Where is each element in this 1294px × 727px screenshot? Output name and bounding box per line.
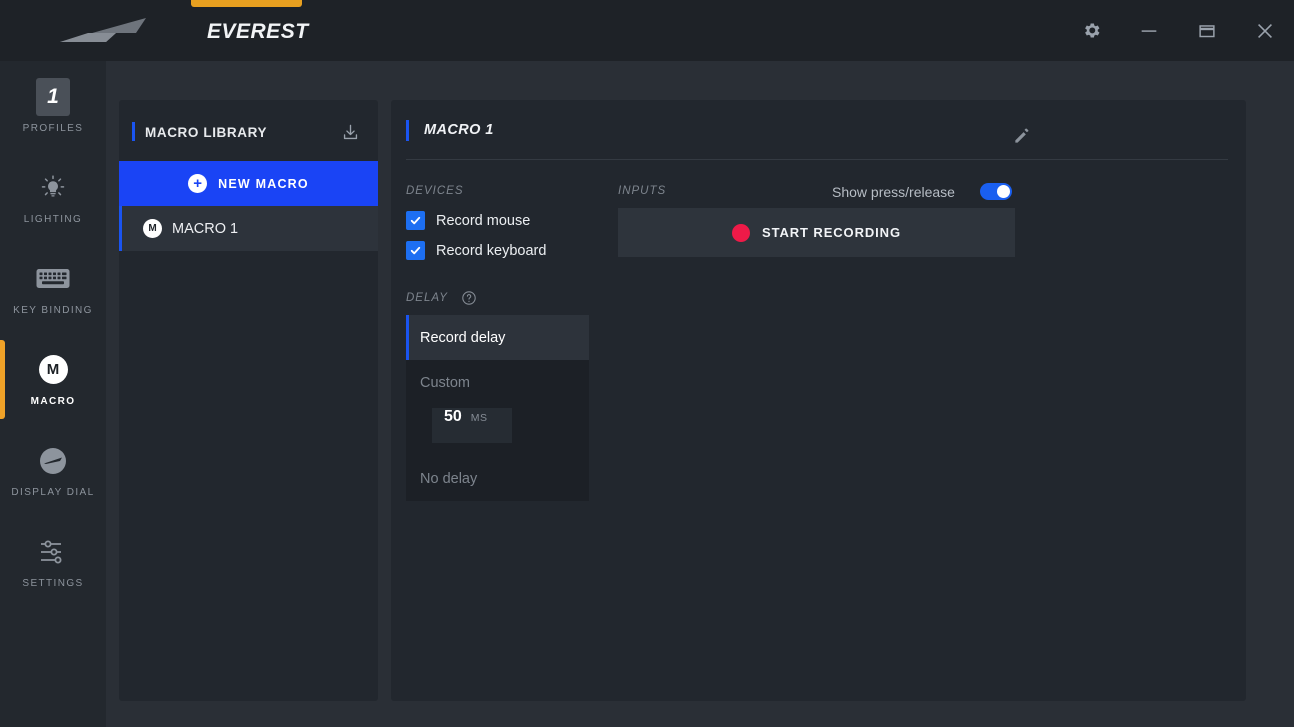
lightbulb-icon bbox=[36, 171, 70, 205]
delay-option-label: Custom bbox=[420, 374, 470, 391]
page-title: MACRO 1 bbox=[424, 122, 494, 138]
dial-icon bbox=[36, 444, 70, 478]
start-recording-button[interactable]: START RECORDING bbox=[618, 208, 1015, 257]
record-keyboard-checkbox[interactable]: Record keyboard bbox=[406, 241, 546, 260]
macro-m-icon: M bbox=[36, 353, 70, 387]
macro-detail-panel: MACRO 1 DEVICES Record mouse Record keyb… bbox=[391, 100, 1246, 701]
sidebar-item-key-binding[interactable]: KEY BINDING bbox=[0, 243, 106, 334]
profile-number-icon: 1 bbox=[36, 77, 70, 116]
record-mouse-checkbox[interactable]: Record mouse bbox=[406, 211, 530, 230]
gear-icon[interactable] bbox=[1062, 0, 1120, 61]
sidebar-label-settings: SETTINGS bbox=[22, 577, 84, 589]
profile-number-value: 1 bbox=[36, 77, 70, 116]
delay-options-list: Record delay Custom 50 MS No delay bbox=[406, 315, 589, 501]
app-title: EVEREST bbox=[207, 20, 309, 43]
toggle-knob bbox=[997, 185, 1010, 198]
sidebar-item-profiles[interactable]: 1 PROFILES bbox=[0, 61, 106, 152]
delay-option-custom[interactable]: Custom bbox=[406, 360, 589, 405]
restore-icon[interactable] bbox=[1178, 0, 1236, 61]
sidebar-nav: 1 PROFILES LIGHTING KEY BINDING M MACRO … bbox=[0, 61, 106, 727]
accent-bar bbox=[132, 122, 135, 141]
close-icon[interactable] bbox=[1236, 0, 1294, 61]
sliders-icon bbox=[36, 535, 70, 569]
inputs-section-label: INPUTS bbox=[618, 185, 667, 197]
macro-library-header: MACRO LIBRARY bbox=[119, 100, 378, 161]
delay-option-label: No delay bbox=[420, 470, 478, 487]
macro-badge-icon: M bbox=[143, 219, 162, 238]
window-controls bbox=[1062, 0, 1294, 61]
sidebar-item-macro[interactable]: M MACRO bbox=[0, 334, 106, 425]
plus-circle-icon: + bbox=[188, 174, 208, 193]
macro-library-panel: MACRO LIBRARY + NEW MACRO M MACRO 1 bbox=[119, 100, 378, 701]
checkbox-check-icon bbox=[406, 211, 425, 230]
show-press-release-toggle[interactable] bbox=[980, 183, 1012, 200]
sidebar-label-lighting: LIGHTING bbox=[23, 213, 83, 225]
sidebar-label-macro: MACRO bbox=[30, 395, 76, 407]
delay-section-label: DELAY bbox=[406, 292, 448, 304]
delay-option-label: Record delay bbox=[420, 329, 506, 346]
macro-library-title: MACRO LIBRARY bbox=[145, 125, 268, 140]
show-press-release-label: Show press/release bbox=[832, 184, 955, 200]
keyboard-icon bbox=[36, 262, 70, 296]
macro-item-label: MACRO 1 bbox=[172, 220, 239, 237]
sidebar-item-display-dial[interactable]: DISPLAY DIAL bbox=[0, 425, 106, 516]
delay-option-no-delay[interactable]: No delay bbox=[406, 456, 589, 501]
checkbox-check-icon bbox=[406, 241, 425, 260]
sidebar-label-display-dial: DISPLAY DIAL bbox=[11, 486, 95, 498]
sidebar-item-lighting[interactable]: LIGHTING bbox=[0, 152, 106, 243]
sidebar-label-key-binding: KEY BINDING bbox=[13, 304, 93, 316]
accent-bar bbox=[406, 120, 409, 141]
record-keyboard-label: Record keyboard bbox=[436, 242, 547, 259]
new-macro-button[interactable]: + NEW MACRO bbox=[119, 161, 378, 206]
new-macro-label: NEW MACRO bbox=[218, 176, 309, 191]
macro-icon-letter: M bbox=[38, 355, 68, 384]
macro-detail-header: MACRO 1 bbox=[391, 100, 1246, 160]
list-item[interactable]: M MACRO 1 bbox=[119, 206, 378, 251]
sidebar-item-settings[interactable]: SETTINGS bbox=[0, 516, 106, 607]
record-dot-icon bbox=[732, 223, 751, 242]
custom-delay-value: 50 bbox=[444, 408, 462, 425]
title-bar: EVEREST bbox=[0, 0, 1294, 61]
record-mouse-label: Record mouse bbox=[436, 212, 531, 229]
help-circle-icon[interactable] bbox=[461, 290, 477, 311]
minimize-icon[interactable] bbox=[1120, 0, 1178, 61]
delay-option-record-delay[interactable]: Record delay bbox=[406, 315, 589, 360]
download-icon[interactable] bbox=[341, 123, 360, 147]
everest-logo-icon bbox=[58, 14, 148, 48]
custom-delay-input[interactable]: 50 MS bbox=[432, 408, 512, 443]
header-divider bbox=[406, 159, 1228, 160]
devices-section-label: DEVICES bbox=[406, 185, 464, 197]
sidebar-label-profiles: PROFILES bbox=[22, 122, 84, 134]
active-device-tab[interactable] bbox=[191, 0, 302, 7]
custom-delay-unit: MS bbox=[470, 412, 488, 424]
pencil-icon[interactable] bbox=[1012, 126, 1032, 151]
start-recording-label: START RECORDING bbox=[762, 225, 901, 240]
